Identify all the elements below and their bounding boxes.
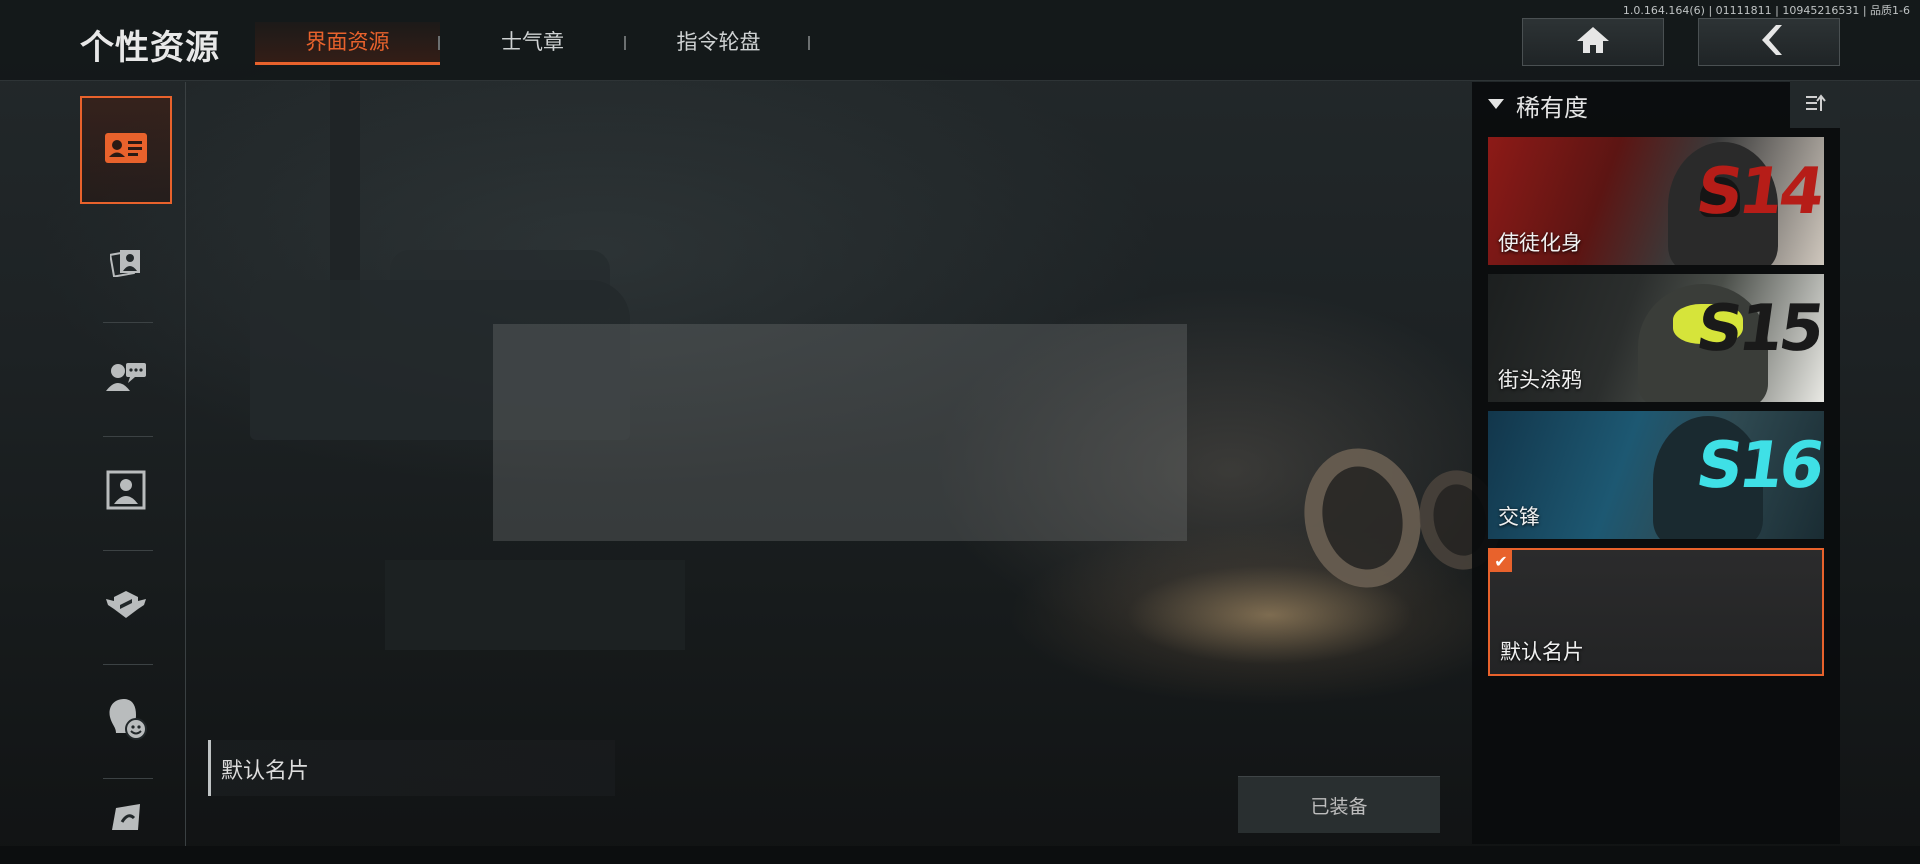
season-label: S15 bbox=[1691, 292, 1824, 366]
equipped-button[interactable]: 已装备 bbox=[1238, 776, 1440, 833]
category-sidebar bbox=[78, 90, 186, 846]
back-button[interactable] bbox=[1698, 18, 1840, 66]
spray-icon bbox=[108, 800, 144, 834]
tab-morale-badge[interactable]: 士气章 bbox=[440, 22, 625, 62]
sidebar-separator bbox=[103, 550, 153, 551]
scene-wheel bbox=[1291, 437, 1434, 599]
back-arrow-icon bbox=[1754, 23, 1784, 61]
winged-badge-icon bbox=[104, 587, 148, 625]
card-item-default[interactable]: ✔ 默认名片 bbox=[1488, 548, 1824, 676]
rarity-filter-header[interactable]: 稀有度 bbox=[1472, 82, 1840, 128]
name-card-preview bbox=[493, 324, 1187, 541]
card-label: 交锋 bbox=[1498, 505, 1540, 529]
home-button[interactable] bbox=[1522, 18, 1664, 66]
rarity-filter-label: 稀有度 bbox=[1516, 94, 1588, 122]
scene-crate bbox=[385, 560, 685, 650]
version-info: 1.0.164.164(6) | 01111811 | 10945216531 … bbox=[1622, 4, 1910, 17]
season-label: S16 bbox=[1691, 429, 1824, 503]
sidebar-separator bbox=[103, 778, 153, 779]
sidebar-separator bbox=[103, 664, 153, 665]
top-bar: 个性资源 界面资源 士气章 指令轮盘 1.0.164.164(6) | 0111… bbox=[0, 0, 1920, 81]
card-label: 使徒化身 bbox=[1498, 231, 1582, 255]
tab-separator bbox=[808, 36, 810, 50]
sidebar-item-photo-cards[interactable] bbox=[80, 210, 172, 318]
sidebar-item-spray[interactable] bbox=[80, 800, 172, 846]
tab-interface-resources[interactable]: 界面资源 bbox=[255, 22, 440, 65]
photo-cards-icon bbox=[109, 247, 142, 281]
card-item-street-graffiti[interactable]: S15 街头涂鸦 bbox=[1488, 274, 1824, 402]
season-label: S14 bbox=[1691, 155, 1824, 229]
selected-name-label: 默认名片 bbox=[221, 759, 310, 784]
sidebar-item-emote[interactable] bbox=[80, 666, 172, 774]
emote-head-icon bbox=[104, 695, 148, 745]
chat-avatar-icon bbox=[104, 359, 148, 397]
sidebar-separator bbox=[103, 436, 153, 437]
tab-command-wheel[interactable]: 指令轮盘 bbox=[626, 22, 811, 62]
sidebar-separator bbox=[103, 322, 153, 323]
selected-name-plate: 默认名片 bbox=[208, 740, 615, 796]
sort-icon bbox=[1804, 93, 1826, 117]
name-card-icon bbox=[104, 132, 148, 168]
home-icon bbox=[1576, 25, 1610, 59]
caret-down-icon bbox=[1488, 99, 1504, 109]
portrait-frame-icon bbox=[106, 470, 146, 514]
bottom-edge bbox=[0, 846, 1920, 864]
checkmark-icon: ✔ bbox=[1490, 550, 1512, 572]
sort-button[interactable] bbox=[1790, 82, 1840, 128]
page-title: 个性资源 bbox=[80, 28, 220, 68]
sidebar-item-badge[interactable] bbox=[80, 552, 172, 660]
card-item-apostle-avatar[interactable]: S14 使徒化身 bbox=[1488, 137, 1824, 265]
sidebar-item-portrait-frame[interactable] bbox=[80, 438, 172, 546]
card-item-clash[interactable]: S16 交锋 bbox=[1488, 411, 1824, 539]
card-list-panel: 稀有度 S14 使徒化身 S15 街头涂鸦 S16 交锋 ✔ 默认名片 bbox=[1472, 82, 1840, 844]
sidebar-item-name-card[interactable] bbox=[80, 96, 172, 204]
card-label: 默认名片 bbox=[1500, 640, 1584, 664]
sidebar-item-chat-avatar[interactable] bbox=[80, 324, 172, 432]
card-label: 街头涂鸦 bbox=[1498, 368, 1582, 392]
